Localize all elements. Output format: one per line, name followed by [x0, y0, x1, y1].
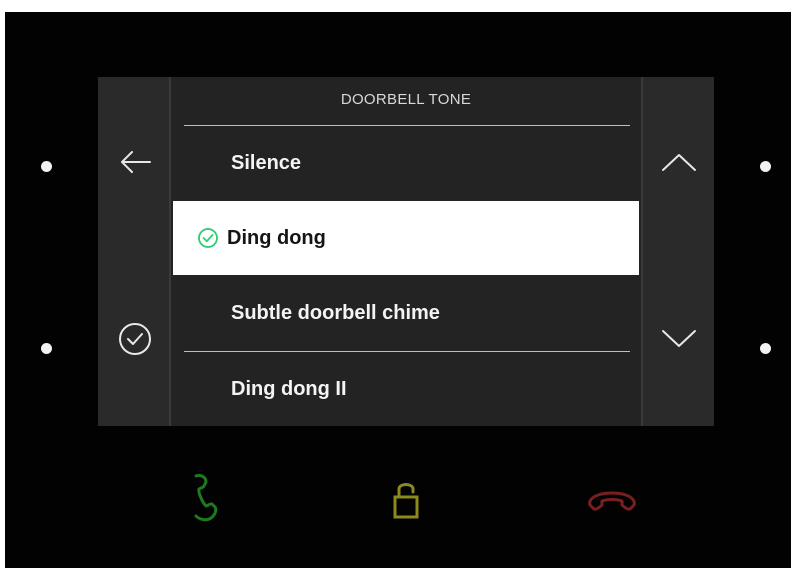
scroll-down-button[interactable]	[659, 320, 699, 358]
tone-label: Ding dong II	[231, 377, 347, 400]
phone-answer-icon	[194, 474, 218, 522]
back-button[interactable]	[116, 143, 154, 181]
tone-label: Ding dong	[227, 226, 326, 249]
check-circle-icon	[119, 323, 151, 355]
indicator-dot-top-left	[41, 161, 52, 172]
phone-hangup-icon	[588, 491, 636, 511]
page-title: DOORBELL TONE	[340, 91, 472, 108]
left-action-column	[98, 77, 171, 426]
confirm-button[interactable]	[116, 320, 154, 358]
unlock-icon	[393, 483, 419, 519]
answer-call-button[interactable]	[173, 467, 229, 531]
tone-list-item-subtle-doorbell-chime[interactable]: Subtle doorbell chime	[173, 276, 639, 350]
tone-list-item-ding-dong-ii[interactable]: Ding dong II	[173, 352, 639, 426]
touch-screen: DOORBELL TONE Silence Ding dong Subtle d…	[98, 77, 714, 426]
indicator-dot-bottom-right	[760, 343, 771, 354]
right-scroll-column	[641, 77, 714, 426]
hang-up-button[interactable]	[581, 480, 643, 522]
unlock-door-button[interactable]	[383, 472, 429, 526]
tone-list-item-silence[interactable]: Silence	[173, 126, 639, 200]
chevron-down-icon	[662, 330, 696, 347]
scroll-up-button[interactable]	[659, 143, 699, 181]
tone-list-item-ding-dong[interactable]: Ding dong	[173, 201, 639, 275]
indicator-dot-bottom-left	[41, 343, 52, 354]
tone-label: Silence	[231, 151, 302, 174]
indicator-dot-top-right	[760, 161, 771, 172]
arrow-left-icon	[121, 151, 151, 173]
tone-label: Subtle doorbell chime	[231, 301, 440, 324]
selected-check-icon	[197, 227, 219, 249]
chevron-up-icon	[662, 154, 696, 171]
